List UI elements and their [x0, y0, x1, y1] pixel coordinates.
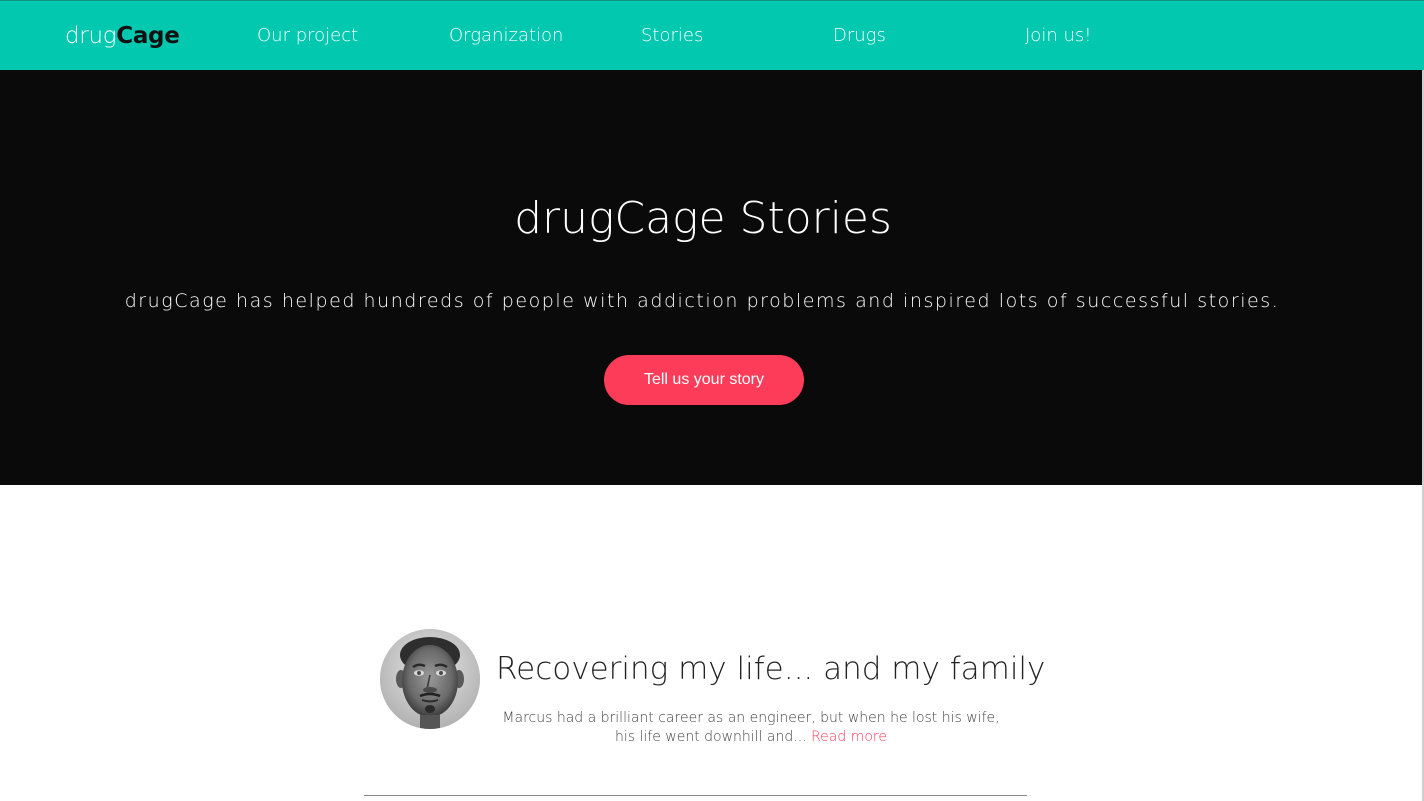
story-excerpt-line1: Marcus had a brilliant career as an engi… [502, 710, 1000, 726]
hero-subtitle: drugCage has helped hundreds of people w… [124, 290, 1280, 312]
brand-logo-light-text: drug [65, 23, 117, 49]
story-excerpt-line2: his life went downhill and... [615, 729, 807, 745]
story-divider [364, 795, 1027, 796]
hero-title: drugCage Stories [514, 193, 892, 244]
top-navbar: drugCage Our project Organization Storie… [0, 0, 1424, 70]
story-excerpt: Marcus had a brilliant career as an engi… [492, 709, 1010, 747]
read-more-link[interactable]: Read more [811, 729, 887, 745]
portrait-image [380, 629, 480, 729]
hero-section: drugCage Stories drugCage has helped hun… [0, 70, 1424, 485]
tell-your-story-button[interactable]: Tell us your story [604, 355, 804, 405]
nav-link-organization[interactable]: Organization [449, 25, 563, 47]
brand-logo-bold-text: Cage [116, 23, 180, 49]
nav-link-our-project[interactable]: Our project [257, 25, 358, 47]
nav-link-stories[interactable]: Stories [641, 25, 703, 47]
nav-link-drugs[interactable]: Drugs [833, 25, 886, 47]
story-author-avatar [380, 629, 480, 729]
story-title: Recovering my life... and my family [496, 651, 1046, 687]
brand-logo[interactable]: drugCage [65, 22, 180, 50]
nav-link-join-us[interactable]: Join us! [1025, 25, 1091, 47]
story-card: Recovering my life... and my family Marc… [0, 485, 1424, 801]
